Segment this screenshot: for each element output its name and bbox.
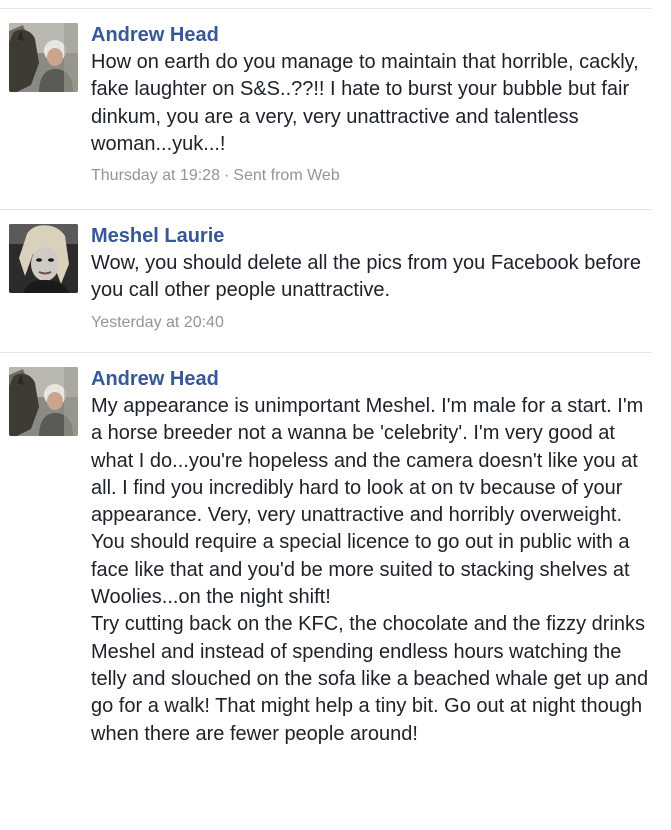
message-paragraph: My appearance is unimportant Meshel. I'm… [91,395,644,609]
message-meta: Thursday at 19:28 · Sent from Web [91,166,659,186]
message-text: Wow, you should delete all the pics from… [91,252,641,302]
message-meta: Yesterday at 20:40 [91,313,659,333]
divider [0,8,651,9]
profile-photo-woman-icon [9,224,78,293]
message-text: My appearance is unimportant Meshel. I'm… [91,393,659,748]
avatar[interactable] [9,23,78,92]
message-body: Andrew Head My appearance is unimportant… [91,367,659,748]
profile-photo-man-with-horse-icon [9,23,78,92]
avatar[interactable] [9,224,78,293]
sender-name[interactable]: Meshel Laurie [91,224,659,248]
sender-name[interactable]: Andrew Head [91,23,659,47]
timestamp[interactable]: Yesterday at 20:40 [91,314,224,331]
sent-source: Sent from Web [233,167,340,185]
meta-separator: · [223,167,230,185]
message-paragraph: Try cutting back on the KFC, the chocola… [91,613,649,745]
avatar[interactable] [9,367,78,436]
divider [0,209,651,210]
message-text: How on earth do you manage to maintain t… [91,51,639,155]
message-body: Meshel Laurie Wow, you should delete all… [91,224,659,333]
sender-name[interactable]: Andrew Head [91,367,659,391]
profile-photo-man-with-horse-icon [9,367,78,436]
message-body: Andrew Head How on earth do you manage t… [91,23,659,186]
divider [0,352,651,353]
timestamp[interactable]: Thursday at 19:28 [91,167,220,184]
message-thread: Andrew Head How on earth do you manage t… [0,0,671,830]
